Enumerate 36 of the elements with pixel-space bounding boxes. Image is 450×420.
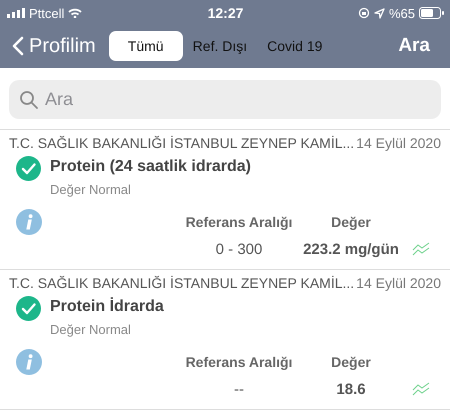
trend-chart-icon bbox=[412, 242, 430, 256]
column-label: Değer bbox=[331, 214, 371, 230]
result-value: 18.6 bbox=[336, 380, 366, 398]
info-icon bbox=[16, 209, 42, 235]
signal-icon bbox=[7, 8, 25, 18]
filter-tab[interactable]: Tümü bbox=[108, 31, 183, 61]
column-label: Referans Aralığı bbox=[186, 354, 292, 370]
reference-range: -- bbox=[234, 380, 244, 398]
rotation-lock-icon bbox=[358, 7, 370, 19]
status-time: 12:27 bbox=[208, 5, 244, 21]
lab-name: T.C. SAĞLIK BAKANLIĞI İSTANBUL ZEYNEP KAMİL... bbox=[9, 135, 354, 151]
result-date: 14 Eylül 2020 bbox=[356, 135, 441, 151]
wifi-icon bbox=[68, 8, 82, 18]
filter-tab[interactable]: Ref. Dışı bbox=[182, 31, 258, 61]
back-button[interactable]: Profilim bbox=[12, 34, 96, 58]
filter-tab[interactable]: Covid 19 bbox=[257, 31, 332, 61]
search-icon bbox=[19, 90, 39, 110]
location-arrow-icon bbox=[374, 8, 385, 18]
result-status: Değer Normal bbox=[50, 182, 132, 197]
column-label: Değer bbox=[331, 354, 371, 370]
lab-name: T.C. SAĞLIK BAKANLIĞI İSTANBUL ZEYNEP KAMİL... bbox=[9, 275, 354, 291]
carrier-name: Pttcell bbox=[29, 6, 64, 20]
test-name: Protein İdrarda bbox=[50, 296, 164, 317]
result-status: Değer Normal bbox=[50, 322, 132, 337]
reference-range: 0 - 300 bbox=[216, 240, 262, 258]
result-date: 14 Eylül 2020 bbox=[356, 275, 441, 291]
result-value: 223.2 mg/gün bbox=[303, 240, 399, 258]
test-name: Protein (24 saatlik idrarda) bbox=[50, 157, 251, 177]
info-icon bbox=[16, 349, 42, 375]
battery-icon bbox=[419, 7, 444, 19]
trend-chart-icon bbox=[412, 382, 430, 396]
battery-percent: %65 bbox=[388, 6, 415, 20]
search-field[interactable]: Ara bbox=[9, 80, 441, 119]
chevron-left-icon bbox=[12, 36, 24, 56]
search-button[interactable]: Ara bbox=[398, 35, 430, 57]
column-label: Referans Aralığı bbox=[186, 214, 292, 230]
